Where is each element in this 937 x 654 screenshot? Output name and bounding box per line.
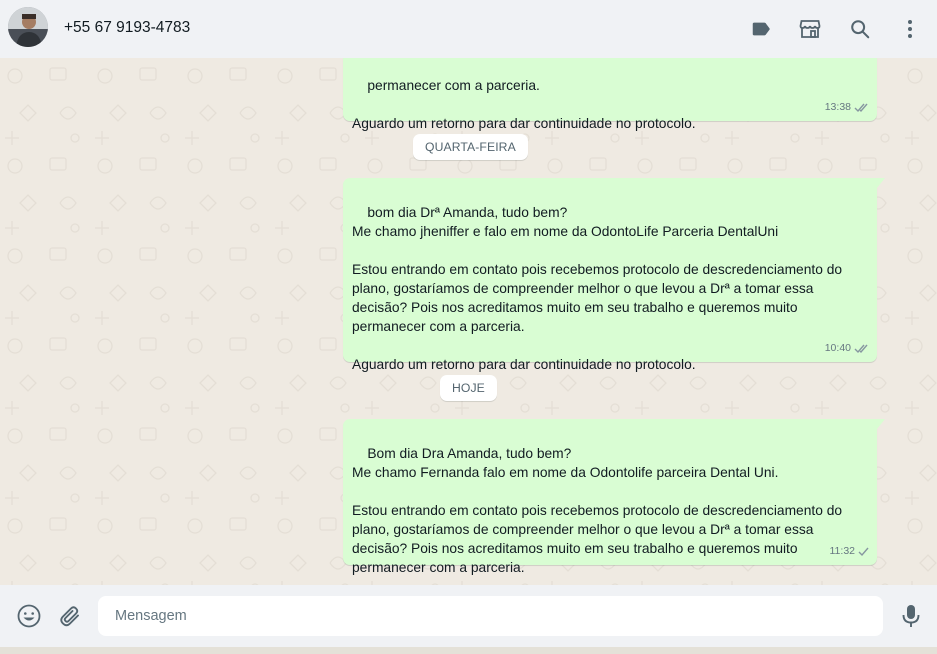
avatar-photo (8, 7, 48, 47)
message-time: 11:32 (829, 545, 856, 557)
message-text: permanecer com a parceria. Aguardo um re… (352, 78, 696, 131)
emoji-icon[interactable] (15, 602, 43, 630)
message-outgoing[interactable]: permanecer com a parceria. Aguardo um re… (343, 58, 877, 131)
search-icon[interactable] (847, 16, 873, 42)
message-meta: 10:40 (825, 339, 870, 358)
menu-icon[interactable] (897, 16, 923, 42)
day-divider: HOJE (440, 375, 497, 401)
contact-name[interactable]: +55 67 9193-4783 (64, 19, 190, 37)
window-bottom-edge (0, 647, 937, 654)
message-outgoing[interactable]: bom dia Drª Amanda, tudo bem? Me chamo j… (343, 178, 885, 372)
message-text: Bom dia Dra Amanda, tudo bem? Me chamo F… (352, 446, 843, 575)
double-check-icon (854, 344, 868, 354)
avatar[interactable] (8, 7, 48, 47)
day-divider: QUARTA-FEIRA (413, 134, 528, 160)
message-meta: 11:32 (830, 542, 871, 561)
message-input[interactable] (98, 596, 883, 636)
single-check-icon (858, 547, 869, 557)
chat-header: +55 67 9193-4783 (0, 0, 937, 58)
message-text: bom dia Drª Amanda, tudo bem? Me chamo j… (352, 205, 843, 372)
message-outgoing[interactable]: Bom dia Dra Amanda, tudo bem? Me chamo F… (343, 419, 885, 575)
catalog-icon[interactable] (797, 16, 823, 42)
attach-icon[interactable] (56, 602, 84, 630)
message-time: 13:38 (824, 101, 851, 113)
message-meta: 13:38 (825, 98, 870, 117)
label-icon[interactable] (748, 16, 774, 42)
microphone-icon[interactable] (897, 602, 925, 630)
composer (0, 585, 937, 647)
message-time: 10:40 (824, 342, 851, 354)
double-check-icon (854, 103, 868, 113)
chat-panel[interactable]: permanecer com a parceria. Aguardo um re… (0, 58, 937, 585)
